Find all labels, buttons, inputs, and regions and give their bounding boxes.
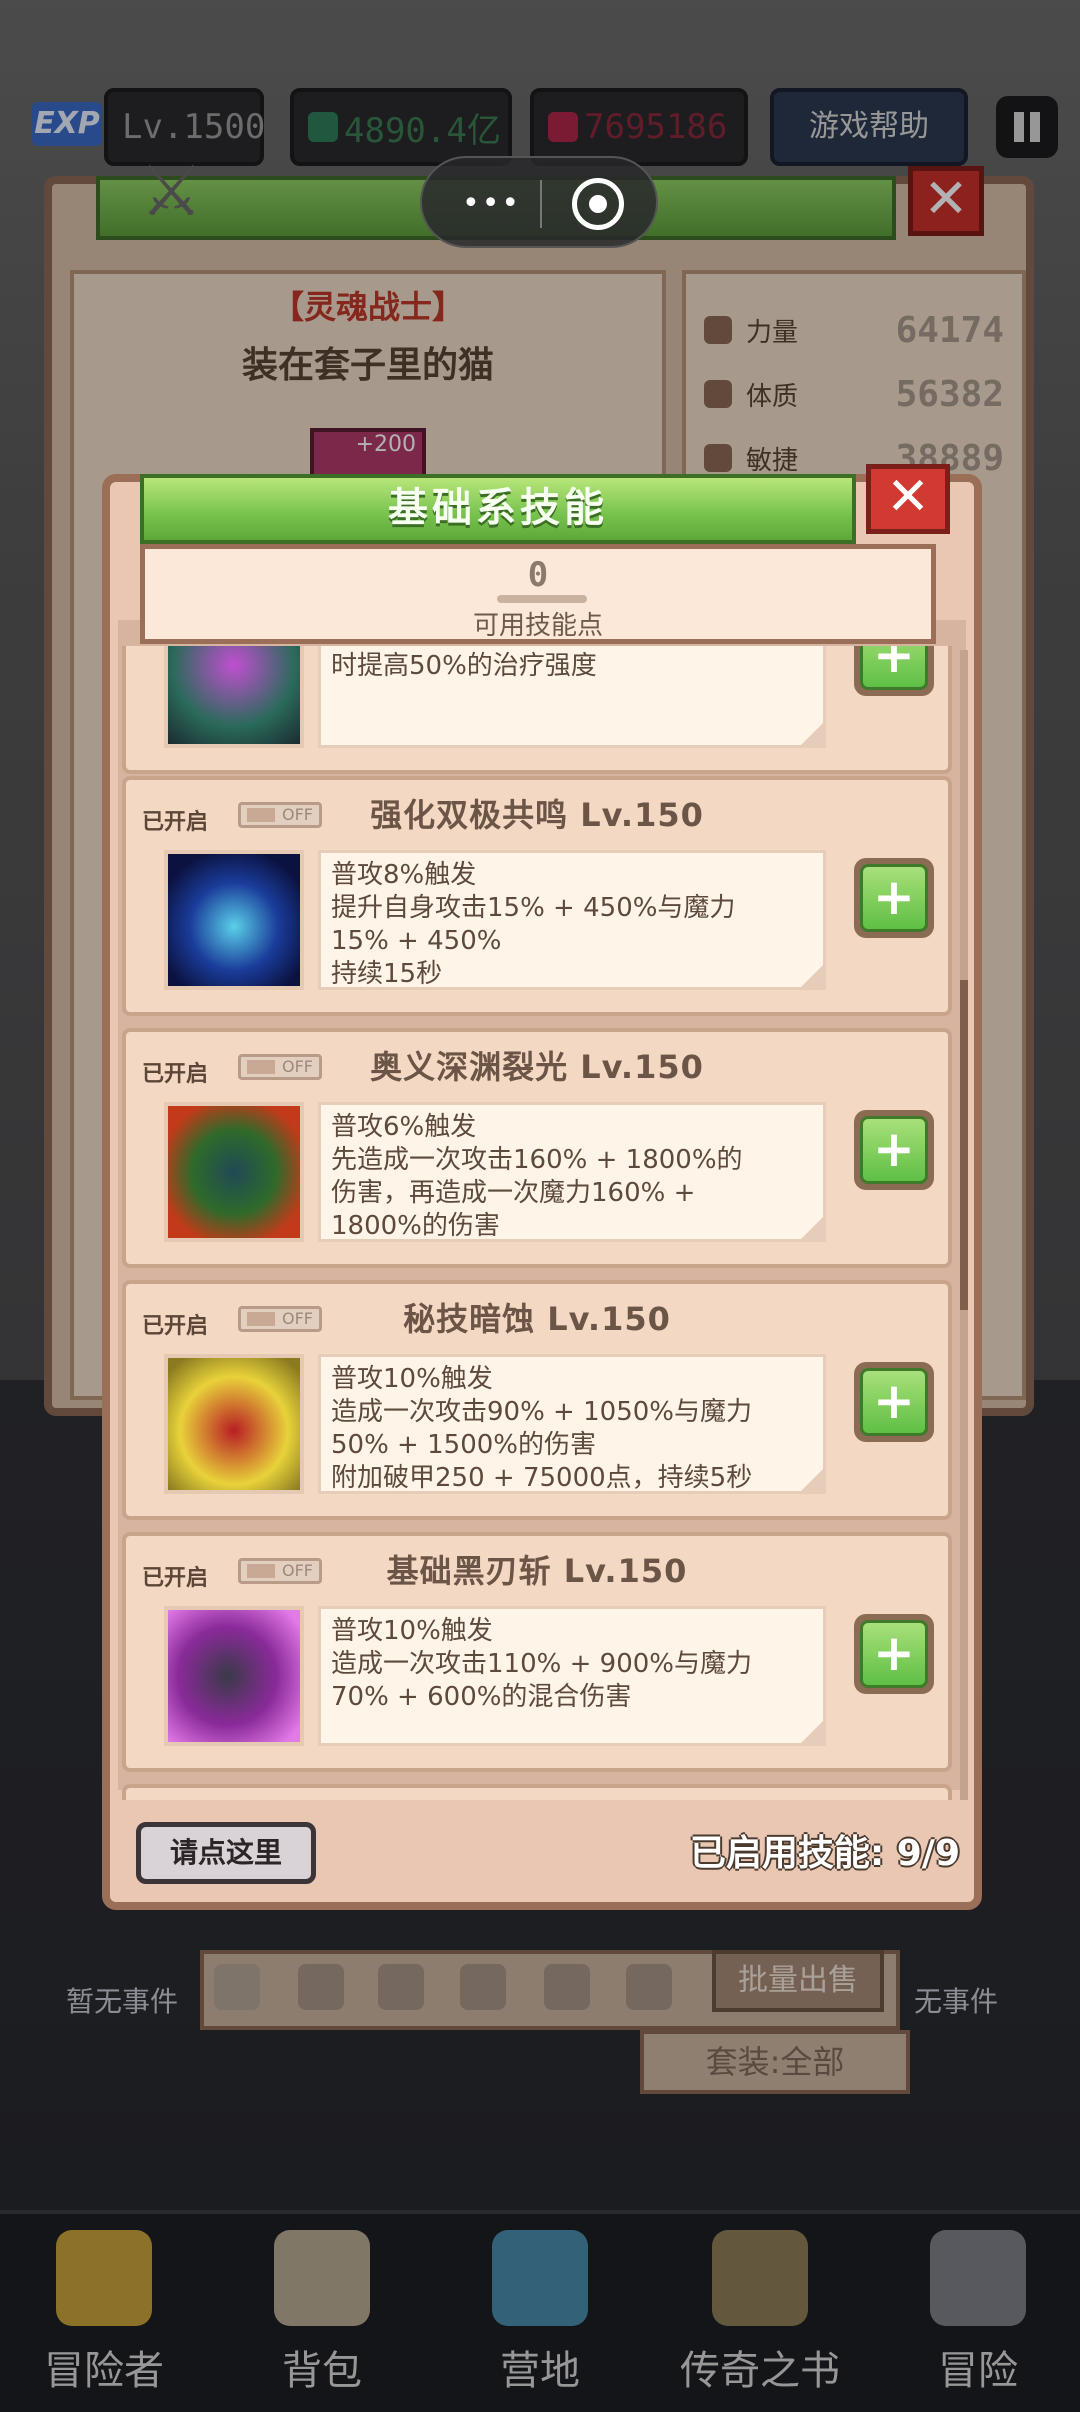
skill-modal-close-button[interactable]: ✕ (866, 464, 950, 534)
upgrade-skill-button[interactable]: + (854, 1110, 934, 1190)
click-here-button[interactable]: 请点这里 (136, 1822, 316, 1884)
skill-card: 已开启 OFF 基础黑刃斩 Lv.150 普攻10%触发 造成一次攻击110% … (122, 1532, 952, 1772)
skill-description: 普攻10%触发 造成一次攻击110% + 900%与魔力 70% + 600%的… (318, 1606, 826, 1746)
skill-description: 普攻10%触发 造成一次攻击90% + 1050%与魔力 50% + 1500%… (318, 1354, 826, 1494)
upgrade-skill-button[interactable]: + (854, 858, 934, 938)
close-miniprogram-icon[interactable] (572, 178, 624, 230)
abyss-armor-icon (164, 1102, 304, 1242)
enabled-skills-count: 已启用技能: 9/9 (689, 1833, 960, 1874)
skill-card: 已开启 OFF 奥义深渊裂光 Lv.150 普攻6%触发 先造成一次攻击160%… (122, 1028, 952, 1268)
skill-name: 基础黑刃斩 Lv.150 (386, 1552, 688, 1590)
skill-description: 普攻8%触发 提升自身攻击15% + 450%与魔力 15% + 450% 持续… (318, 850, 826, 990)
skill-points-panel: 0 可用技能点 (140, 544, 936, 644)
more-icon[interactable]: ••• (462, 186, 521, 221)
skill-points-label: 可用技能点 (472, 611, 603, 641)
upgrade-skill-button[interactable]: + (854, 1614, 934, 1694)
miniprogram-capsule: ••• (420, 156, 658, 248)
skill-description: 普攻6%触发 先造成一次攻击160% + 1800%的 伤害，再造成一次魔力16… (318, 1102, 826, 1242)
capsule-divider (540, 180, 542, 228)
shield-skill-icon (164, 646, 304, 748)
skill-card: 已开启 OFF 强化双极共鸣 Lv.150 普攻8%触发 提升自身攻击15% +… (122, 776, 952, 1016)
skill-card-partial: 的护盾，并提高10%伤害免疫，同 时提高50%的治疗强度 + (122, 646, 952, 774)
dark-blue-crystal-icon (164, 850, 304, 990)
skill-list[interactable]: 的护盾，并提高10%伤害免疫，同 时提高50%的治疗强度 + 已开启 OFF 强… (122, 646, 958, 1806)
skill-points-bar (497, 595, 587, 603)
skill-name: 秘技暗蚀 Lv.150 (403, 1300, 671, 1338)
skill-points-value: 0 (527, 555, 549, 595)
upgrade-skill-button[interactable]: + (854, 646, 934, 696)
skill-card: 已开启 OFF 秘技暗蚀 Lv.150 普攻10%触发 造成一次攻击90% + … (122, 1280, 952, 1520)
skill-name: 强化双极共鸣 Lv.150 (370, 796, 704, 834)
skill-list-scroll-thumb[interactable] (960, 980, 968, 1310)
purple-claw-icon (164, 1606, 304, 1746)
skill-modal-title: 基础系技能 (140, 474, 856, 544)
skill-name: 奥义深渊裂光 Lv.150 (370, 1048, 704, 1086)
red-dragon-icon (164, 1354, 304, 1494)
skill-description: 的护盾，并提高10%伤害免疫，同 时提高50%的治疗强度 (318, 646, 826, 748)
upgrade-skill-button[interactable]: + (854, 1362, 934, 1442)
